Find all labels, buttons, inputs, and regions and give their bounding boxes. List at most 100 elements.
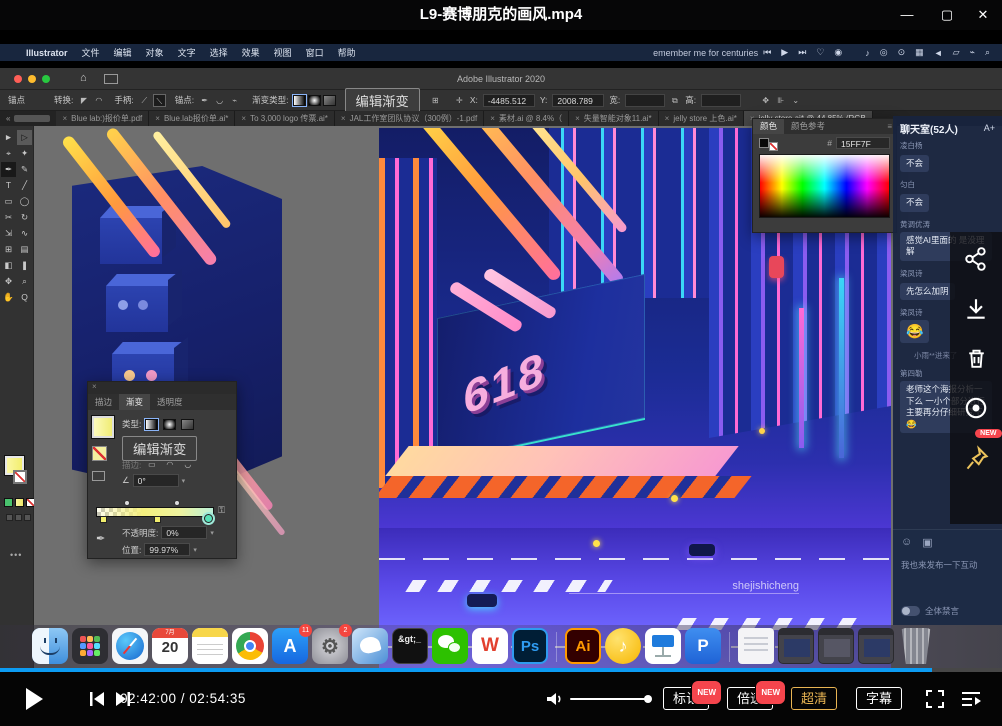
magic-wand-tool[interactable]: ⌖ bbox=[1, 146, 16, 161]
mesh-tool[interactable]: ▤ bbox=[17, 242, 32, 257]
tab-close-icon[interactable]: × bbox=[575, 114, 580, 123]
dock-minimized-window[interactable] bbox=[858, 628, 894, 664]
type-tool[interactable]: T bbox=[1, 178, 16, 193]
document-tab[interactable]: ×JAL工作室团队协议（300例）-1.pdf bbox=[335, 111, 484, 126]
line-tool[interactable]: ╱ bbox=[17, 178, 32, 193]
zoom-tool[interactable]: ⌕ bbox=[17, 274, 32, 289]
height-field[interactable] bbox=[701, 94, 741, 107]
dock-photoshop[interactable]: Ps bbox=[512, 628, 548, 664]
prev-button[interactable] bbox=[88, 690, 106, 708]
opacity-stop[interactable] bbox=[124, 500, 130, 506]
tab-close-icon[interactable]: × bbox=[665, 114, 670, 123]
volume-knob[interactable] bbox=[644, 695, 652, 703]
gradient-annotator-dot[interactable] bbox=[759, 428, 765, 434]
opacity-field[interactable]: 0% bbox=[161, 526, 207, 539]
play-button[interactable] bbox=[26, 688, 43, 710]
cut-anchor-icon[interactable]: ⌁ bbox=[228, 94, 241, 107]
share-icon[interactable] bbox=[963, 246, 989, 272]
gradient-preview-swatch[interactable] bbox=[92, 416, 114, 438]
volume-slider[interactable] bbox=[570, 698, 648, 700]
stroke-proxy-swatch[interactable] bbox=[769, 142, 778, 151]
dock-safari[interactable] bbox=[112, 628, 148, 664]
width-tool[interactable]: ∿ bbox=[17, 226, 32, 241]
link-dimensions-icon[interactable]: ⧉ bbox=[668, 94, 681, 107]
linear-type-button[interactable] bbox=[145, 419, 158, 430]
dock-illustrator[interactable]: Ai bbox=[565, 628, 601, 664]
opacity-dropdown-icon[interactable]: ▾ bbox=[210, 529, 214, 537]
status-icon-1[interactable]: ♪ bbox=[865, 48, 870, 58]
gradient-tool[interactable]: ◧ bbox=[1, 258, 16, 273]
width-field[interactable] bbox=[625, 94, 665, 107]
color-stop-teal-selected[interactable] bbox=[204, 514, 213, 523]
tab-color-guide[interactable]: 颜色参考 bbox=[784, 119, 832, 134]
subtitle-button[interactable]: 字幕 bbox=[856, 687, 902, 710]
dock-terminal[interactable]: &gt;_ bbox=[392, 628, 428, 664]
status-icon-3[interactable]: ⊙ bbox=[898, 47, 906, 58]
minimize-button[interactable]: — bbox=[892, 0, 922, 30]
x-field[interactable]: -4485.512 bbox=[483, 94, 535, 107]
gradient-annotator-dot[interactable] bbox=[593, 540, 600, 547]
menu-item-type[interactable]: 文字 bbox=[178, 46, 196, 59]
media-next-icon[interactable]: ⏭ bbox=[798, 47, 806, 58]
playlist-icon[interactable] bbox=[960, 689, 982, 709]
mark-button[interactable]: 标记NEW bbox=[663, 687, 709, 710]
tab-stroke[interactable]: 描边 bbox=[88, 394, 119, 410]
traffic-close-button[interactable] bbox=[14, 75, 22, 83]
artboard-tool[interactable]: ✥ bbox=[1, 274, 16, 289]
font-size-button[interactable]: A+ bbox=[984, 123, 995, 133]
document-tab[interactable]: ×Blue.lab报价单.ai* bbox=[149, 111, 235, 126]
document-tab[interactable]: ×To 3,000 logo 传票.ai* bbox=[235, 111, 335, 126]
hand-tool[interactable]: ✋ bbox=[1, 290, 16, 305]
scissors-tool[interactable]: ✂ bbox=[1, 210, 16, 225]
status-icon-2[interactable]: ◎ bbox=[880, 47, 888, 58]
screen-mode-buttons[interactable] bbox=[6, 514, 31, 521]
input-method-icon[interactable]: ▦ bbox=[915, 47, 924, 58]
remove-anchor-icon[interactable]: ✒ bbox=[198, 94, 211, 107]
direct-selection-tool[interactable]: ▷ bbox=[17, 130, 32, 145]
opacity-stop[interactable] bbox=[174, 500, 180, 506]
blend-tool[interactable]: ❚ bbox=[17, 258, 32, 273]
menu-item-file[interactable]: 文件 bbox=[82, 46, 100, 59]
dock-trash[interactable] bbox=[898, 628, 934, 664]
gradient-annotator-dot[interactable] bbox=[671, 495, 678, 502]
media-play-icon[interactable]: ▶ bbox=[781, 47, 788, 58]
ellipse-tool[interactable]: ◯ bbox=[17, 194, 32, 209]
dock-appstore[interactable]: A11 bbox=[272, 628, 308, 664]
color-button[interactable] bbox=[4, 498, 13, 507]
dock-notes[interactable] bbox=[192, 628, 228, 664]
dock-document[interactable] bbox=[738, 628, 774, 664]
document-tab[interactable]: ×jelly store 上色.ai* bbox=[659, 111, 744, 126]
menu-item-help[interactable]: 帮助 bbox=[338, 46, 356, 59]
menu-item-object[interactable]: 对象 bbox=[146, 46, 164, 59]
rectangle-tool[interactable]: ▭ bbox=[1, 194, 16, 209]
eyedropper-icon[interactable]: ✒ bbox=[96, 532, 105, 545]
dock-keynote[interactable] bbox=[645, 628, 681, 664]
dock-finder[interactable] bbox=[32, 628, 68, 664]
color-stop-yellow[interactable] bbox=[100, 516, 107, 523]
location-dropdown-icon[interactable]: ▾ bbox=[193, 546, 197, 554]
reference-point-icon[interactable]: ✛ bbox=[453, 94, 466, 107]
freeform-type-button[interactable] bbox=[181, 419, 194, 430]
menu-item-select[interactable]: 选择 bbox=[210, 46, 228, 59]
dock-bird-app[interactable] bbox=[352, 628, 388, 664]
freeform-gradient-type-icon[interactable] bbox=[323, 95, 336, 106]
y-field[interactable]: 2008.789 bbox=[552, 94, 604, 107]
dock-launchpad[interactable] bbox=[72, 628, 108, 664]
fill-proxy-swatch[interactable] bbox=[759, 138, 769, 148]
battery-icon[interactable]: ▱ bbox=[953, 47, 960, 58]
media-prev-icon[interactable]: ⏮ bbox=[763, 47, 771, 58]
dock-chrome[interactable] bbox=[232, 628, 268, 664]
volume-icon[interactable] bbox=[544, 689, 564, 709]
lasso-tool[interactable]: ✦ bbox=[17, 146, 32, 161]
search-tool[interactable]: Q bbox=[17, 290, 32, 305]
tab-close-icon[interactable]: × bbox=[241, 114, 246, 123]
maximize-button[interactable]: ▢ bbox=[932, 0, 962, 30]
selection-tool[interactable]: ► bbox=[1, 130, 16, 145]
gradient-slider[interactable]: ⚿ bbox=[96, 502, 224, 520]
toolbar-more-icon[interactable]: ••• bbox=[10, 550, 22, 560]
home-icon[interactable]: ⌂ bbox=[80, 72, 87, 84]
quality-button[interactable]: 超清 bbox=[791, 687, 837, 710]
pen-tool[interactable]: ✒ bbox=[1, 162, 16, 177]
gradient-secondary-swatch[interactable] bbox=[92, 446, 107, 461]
hide-handles-icon[interactable]: ⟍ bbox=[153, 94, 166, 107]
